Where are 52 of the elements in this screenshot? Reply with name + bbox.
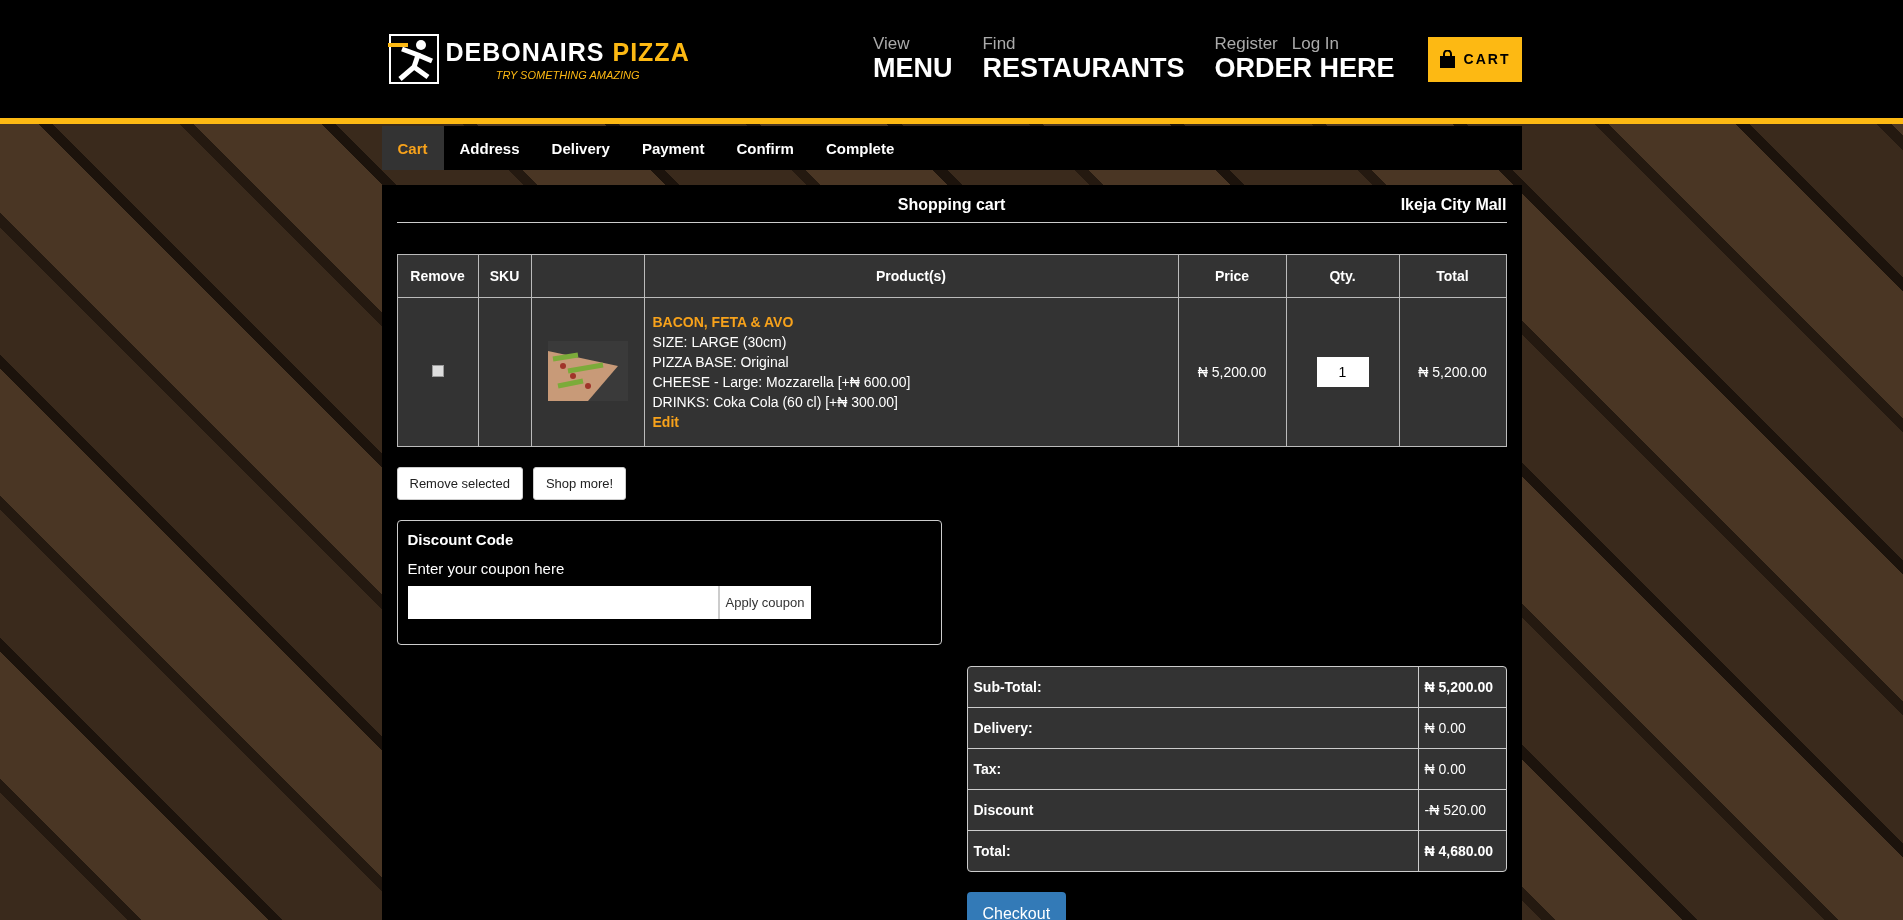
column-header: SKU bbox=[478, 254, 531, 298]
total-cell: ₦ 5,200.00 bbox=[1399, 297, 1506, 447]
brand-name: DEBONAIRS bbox=[445, 37, 606, 66]
product-option: PIZZA BASE: Original bbox=[652, 354, 789, 370]
edit-link[interactable]: Edit bbox=[652, 414, 679, 430]
brand-tagline: TRY SOMETHING AMAZING bbox=[495, 68, 640, 81]
quantity-field[interactable]: 1 bbox=[1316, 357, 1369, 387]
remove-checkbox[interactable] bbox=[431, 365, 444, 377]
coupon-prompt: Enter your coupon here bbox=[407, 560, 566, 577]
order-here-link[interactable]: ORDER HERE bbox=[1214, 54, 1395, 84]
apply-coupon-button[interactable]: Apply coupon bbox=[717, 586, 811, 619]
coupon-field[interactable] bbox=[407, 586, 718, 619]
totals-value: -₦ 520.00 bbox=[1417, 790, 1506, 831]
product-option: SIZE: LARGE (30cm) bbox=[652, 334, 787, 350]
product-name: BACON, FETA & AVO bbox=[652, 313, 795, 332]
step-tab[interactable]: Delivery bbox=[535, 126, 626, 170]
step-tab[interactable]: Complete bbox=[809, 126, 911, 170]
column-header: Product(s) bbox=[644, 254, 1178, 298]
brand-name-accent: PIZZA bbox=[612, 37, 690, 66]
totals-label: Tax: bbox=[967, 749, 1418, 790]
step-tab[interactable]: Payment bbox=[625, 126, 721, 170]
account-link[interactable]: Log In bbox=[1291, 34, 1340, 55]
totals-label: Delivery: bbox=[967, 708, 1418, 749]
nav-link[interactable]: Find RESTAURANTS bbox=[982, 34, 1185, 84]
column-header: Price bbox=[1178, 254, 1286, 298]
totals-label: Discount bbox=[967, 790, 1418, 831]
checkout-button[interactable]: Checkout bbox=[966, 892, 1067, 920]
cart-title: Shopping cart bbox=[897, 196, 1006, 214]
step-tab[interactable]: Address bbox=[443, 126, 536, 170]
step-tab[interactable]: Cart bbox=[381, 126, 444, 170]
store-name: Ikeja City Mall bbox=[1400, 196, 1507, 214]
cart-action-button[interactable]: Shop more! bbox=[532, 467, 627, 500]
price-cell: ₦ 5,200.00 bbox=[1178, 297, 1286, 447]
cart-action-button[interactable]: Remove selected bbox=[396, 467, 523, 500]
column-header: Remove bbox=[397, 254, 478, 298]
totals-value: ₦ 0.00 bbox=[1417, 749, 1506, 790]
account-link[interactable]: Register bbox=[1214, 34, 1278, 55]
totals-label: Total: bbox=[972, 842, 1012, 861]
step-tab[interactable]: Confirm bbox=[720, 126, 810, 170]
totals-value: ₦ 4,680.00 bbox=[1417, 831, 1506, 871]
nav-link[interactable]: View MENU bbox=[872, 34, 953, 84]
discount-title: Discount Code bbox=[407, 531, 515, 548]
totals-value: ₦ 5,200.00 bbox=[1417, 667, 1506, 708]
product-option: DRINKS: Coka Cola (60 cl) [+₦ 300.00] bbox=[652, 394, 898, 410]
totals-label: Sub-Total: bbox=[967, 667, 1418, 708]
shopping-bag-icon bbox=[1438, 50, 1456, 68]
column-header: Qty. bbox=[1286, 254, 1399, 298]
column-header: Total bbox=[1399, 254, 1506, 298]
product-option: CHEESE - Large: Mozzarella [+₦ 600.00] bbox=[652, 374, 911, 390]
cart-button[interactable]: CART bbox=[1427, 36, 1522, 82]
totals-value: ₦ 0.00 bbox=[1417, 708, 1506, 749]
running-figure-logo-icon bbox=[387, 33, 440, 85]
